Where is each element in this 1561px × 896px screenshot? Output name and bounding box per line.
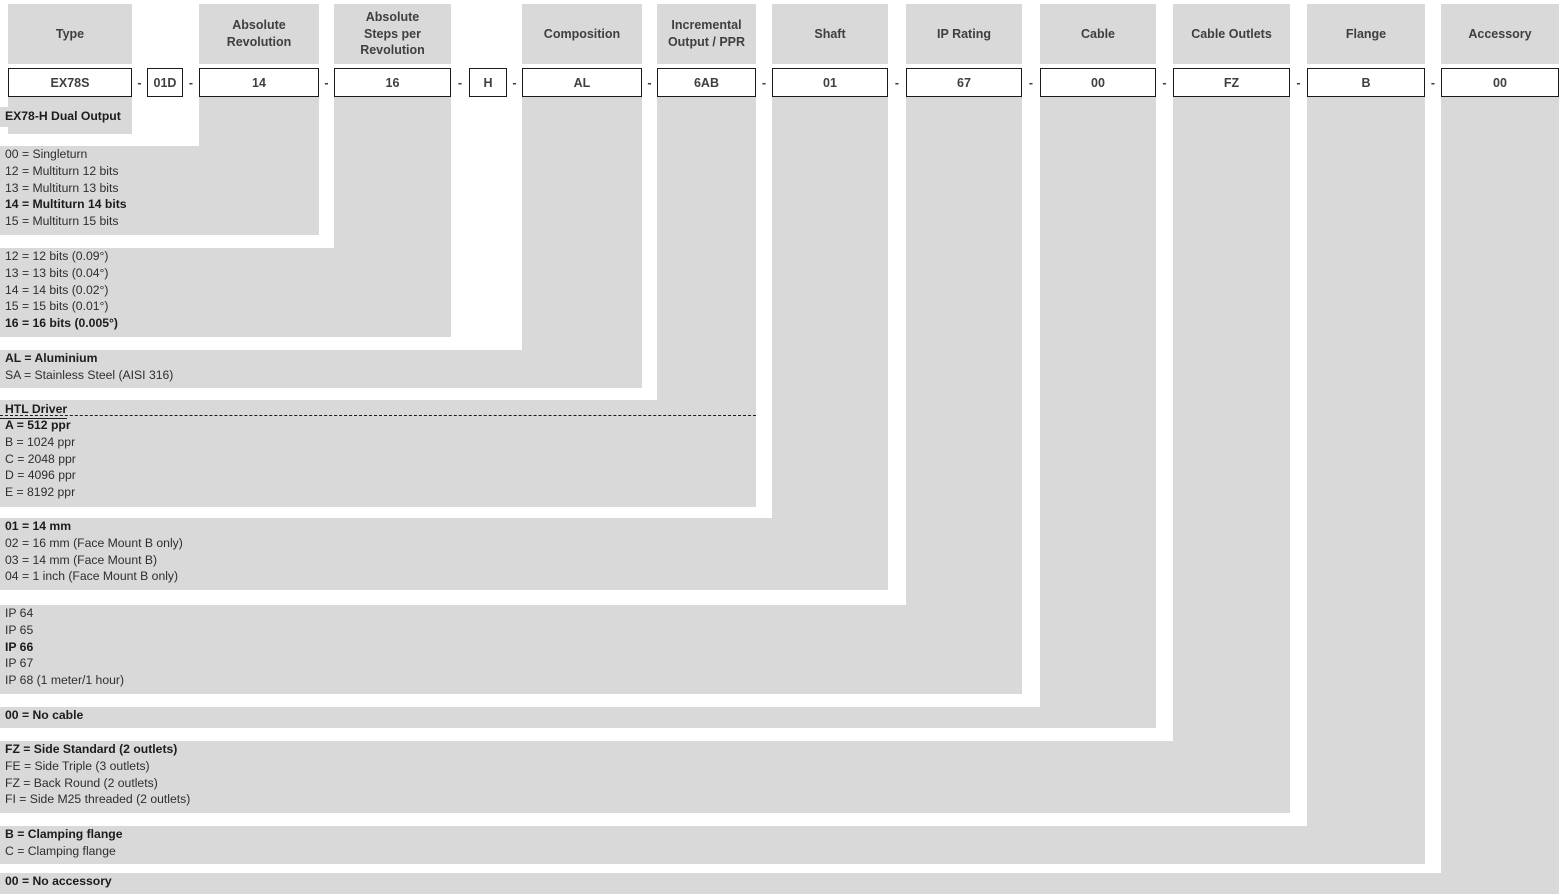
option-line[interactable]: 13 = 13 bits (0.04°) <box>0 265 451 282</box>
option-line[interactable]: SA = Stainless Steel (AISI 316) <box>0 367 642 384</box>
code-box-type_sub[interactable]: 01D <box>147 68 183 97</box>
option-block-abs_steps: 12 = 12 bits (0.09°) 13 = 13 bits (0.04°)… <box>0 248 451 337</box>
option-line[interactable]: 15 = Multiturn 15 bits <box>0 213 319 230</box>
code-box-abs_rev[interactable]: 14 <box>199 68 319 97</box>
code-separator: - <box>1430 75 1436 90</box>
option-block-cable: 00 = No cable <box>0 707 1156 728</box>
option-group-incremental: HTL Driver <box>0 400 756 419</box>
connector-band-flange <box>1307 97 1425 826</box>
option-block-composition: AL = Aluminium SA = Stainless Steel (AISI… <box>0 350 642 388</box>
column-header-flange: Flange <box>1307 4 1425 64</box>
column-header-abs_rev: Absolute Revolution <box>199 4 319 64</box>
type-description-label: EX78-H Dual Output <box>0 107 131 127</box>
code-separator: - <box>457 75 463 90</box>
code-separator: - <box>1296 75 1301 90</box>
order-code-configurator: Type Absolute Revolution Absolute Steps per… <box>0 0 1561 896</box>
code-box-driver[interactable]: H <box>469 68 507 97</box>
code-box-ip_rating[interactable]: 67 <box>906 68 1022 97</box>
option-line[interactable]: C = Clamping flange <box>0 843 1425 860</box>
option-line[interactable]: 00 = No accessory <box>0 873 1559 890</box>
code-separator: - <box>894 75 900 90</box>
code-box-incremental[interactable]: 6AB <box>657 68 756 97</box>
option-line[interactable]: IP 64 <box>0 605 1022 622</box>
connector-band-cable_outlets <box>1173 97 1290 741</box>
option-block-incremental: HTL Driver A = 512 ppr B = 1024 ppr C = 204… <box>0 400 756 507</box>
connector-band-composition <box>522 97 642 350</box>
code-separator: - <box>188 75 194 90</box>
option-line[interactable]: IP 65 <box>0 622 1022 639</box>
option-line[interactable]: 00 = No cable <box>0 707 1156 724</box>
connector-band-ip_rating <box>906 97 1022 605</box>
option-line[interactable]: 12 = Multiturn 12 bits <box>0 163 319 180</box>
column-header-ip_rating: IP Rating <box>906 4 1022 64</box>
option-line[interactable]: 03 = 14 mm (Face Mount B) <box>0 552 888 569</box>
option-line[interactable]: 01 = 14 mm <box>0 518 888 535</box>
option-line[interactable]: B = Clamping flange <box>0 826 1425 843</box>
code-separator: - <box>512 75 517 90</box>
option-block-abs_rev: 00 = Singleturn 12 = Multiturn 12 bits 13 … <box>0 146 319 235</box>
code-box-type[interactable]: EX78S <box>8 68 132 97</box>
option-line[interactable]: 12 = 12 bits (0.09°) <box>0 248 451 265</box>
option-line[interactable]: 16 = 16 bits (0.005°) <box>0 315 451 332</box>
column-header-composition: Composition <box>522 4 642 64</box>
code-separator: - <box>647 75 652 90</box>
code-box-flange[interactable]: B <box>1307 68 1425 97</box>
option-group-title-incremental: HTL Driver <box>0 401 68 419</box>
option-line[interactable]: FE = Side Triple (3 outlets) <box>0 758 1290 775</box>
option-line[interactable]: 00 = Singleturn <box>0 146 319 163</box>
connector-band-cable <box>1040 97 1156 707</box>
option-line[interactable]: 13 = Multiturn 13 bits <box>0 180 319 197</box>
column-header-accessory: Accessory <box>1441 4 1559 64</box>
code-separator: - <box>1028 75 1034 90</box>
option-block-ip_rating: IP 64 IP 65 IP 66 IP 67 IP 68 (1 meter/1 hou… <box>0 605 1022 694</box>
column-header-type: Type <box>8 4 132 64</box>
column-header-shaft: Shaft <box>772 4 888 64</box>
column-header-cable_outlets: Cable Outlets <box>1173 4 1290 64</box>
code-separator: - <box>1162 75 1167 90</box>
option-line[interactable]: 14 = 14 bits (0.02°) <box>0 282 451 299</box>
connector-band-accessory <box>1441 97 1559 873</box>
code-box-abs_steps[interactable]: 16 <box>334 68 451 97</box>
option-line[interactable]: 04 = 1 inch (Face Mount B only) <box>0 568 888 585</box>
option-line[interactable]: 15 = 15 bits (0.01°) <box>0 298 451 315</box>
code-box-cable[interactable]: 00 <box>1040 68 1156 97</box>
option-block-cable_outlets: FZ = Side Standard (2 outlets) FE = Side … <box>0 741 1290 813</box>
option-line[interactable]: B = 1024 ppr <box>0 434 756 451</box>
option-line[interactable]: FI = Side M25 threaded (2 outlets) <box>0 791 1290 808</box>
option-line[interactable]: C = 2048 ppr <box>0 451 756 468</box>
connector-band-abs_steps <box>334 97 451 248</box>
option-line[interactable]: D = 4096 ppr <box>0 467 756 484</box>
code-separator: - <box>324 75 329 90</box>
option-line[interactable]: FZ = Back Round (2 outlets) <box>0 775 1290 792</box>
option-line[interactable]: A = 512 ppr <box>0 417 756 434</box>
option-line[interactable]: E = 8192 ppr <box>0 484 756 501</box>
code-separator: - <box>137 75 142 90</box>
option-line[interactable]: IP 67 <box>0 655 1022 672</box>
column-header-abs_steps: Absolute Steps per Revolution <box>334 4 451 64</box>
code-box-cable_outlets[interactable]: FZ <box>1173 68 1290 97</box>
option-line[interactable]: FZ = Side Standard (2 outlets) <box>0 741 1290 758</box>
connector-band-incremental <box>657 97 756 400</box>
option-line[interactable]: IP 68 (1 meter/1 hour) <box>0 672 1022 689</box>
code-box-composition[interactable]: AL <box>522 68 642 97</box>
connector-band-abs_rev <box>199 97 319 146</box>
code-separator: - <box>761 75 767 90</box>
column-header-incremental: Incremental Output / PPR <box>657 4 756 64</box>
code-box-shaft[interactable]: 01 <box>772 68 888 97</box>
connector-band-shaft <box>772 97 888 518</box>
option-block-accessory: 00 = No accessory <box>0 873 1559 894</box>
group-dash-line <box>0 415 756 416</box>
option-line[interactable]: 14 = Multiturn 14 bits <box>0 196 319 213</box>
option-line[interactable]: AL = Aluminium <box>0 350 642 367</box>
column-header-cable: Cable <box>1040 4 1156 64</box>
code-box-accessory[interactable]: 00 <box>1441 68 1559 97</box>
option-block-shaft: 01 = 14 mm 02 = 16 mm (Face Mount B only)… <box>0 518 888 590</box>
option-line[interactable]: 02 = 16 mm (Face Mount B only) <box>0 535 888 552</box>
option-line[interactable]: IP 66 <box>0 639 1022 656</box>
option-block-flange: B = Clamping flange C = Clamping flange <box>0 826 1425 864</box>
